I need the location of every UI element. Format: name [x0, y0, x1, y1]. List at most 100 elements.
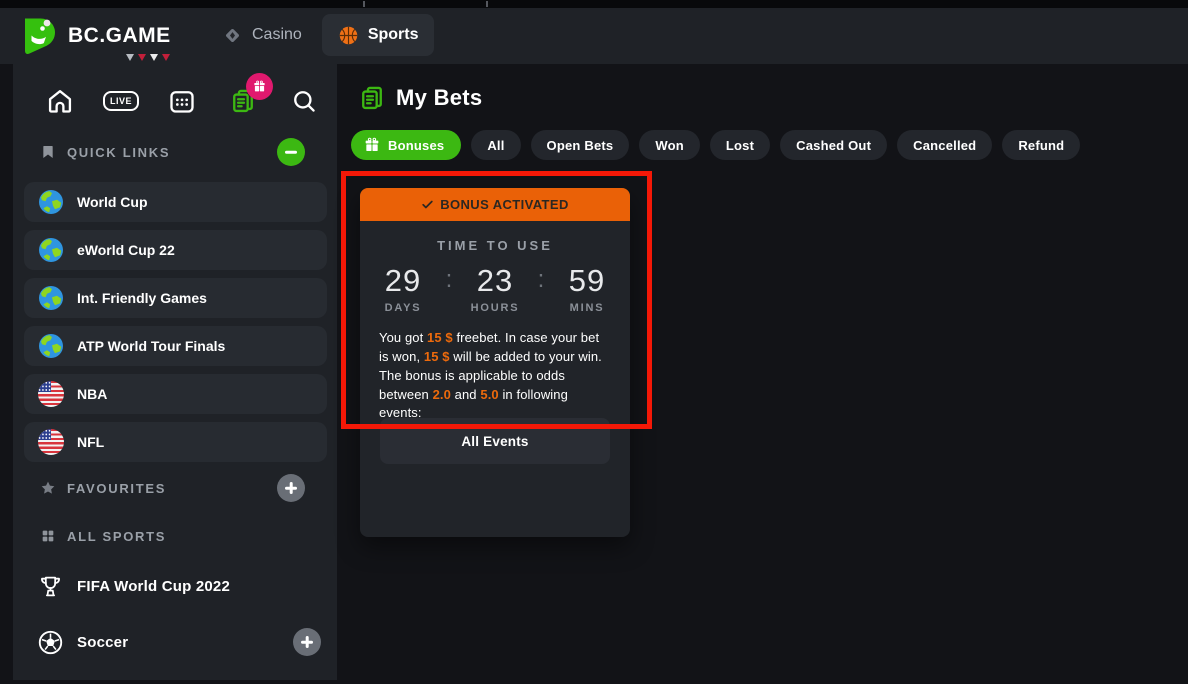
gift-icon — [364, 137, 380, 153]
browser-top-strip — [0, 0, 1188, 8]
search-icon — [290, 87, 318, 115]
filter-label: Open Bets — [547, 138, 614, 153]
nav-search-button[interactable] — [289, 86, 319, 116]
all-sports-label: ALL SPORTS — [67, 529, 166, 544]
bookmark-icon — [40, 144, 56, 160]
bonus-status-text: BONUS ACTIVATED — [440, 197, 569, 212]
divider-tick — [363, 1, 365, 7]
countdown-days: 29 DAYS — [362, 265, 444, 314]
quick-link-eworld-cup-22[interactable]: eWorld Cup 22 — [24, 230, 327, 270]
quick-links-header: QUICK LINKS — [40, 138, 321, 166]
filter-label: Cashed Out — [796, 138, 871, 153]
nav-live-button[interactable]: LIVE — [106, 86, 136, 116]
collapse-quick-links-button[interactable] — [277, 138, 305, 166]
grid-icon — [40, 528, 56, 544]
countdown-mins: 59 MINS — [546, 265, 628, 314]
filter-label: Lost — [726, 138, 754, 153]
pennant-flags-icon — [126, 54, 170, 61]
us-flag-icon — [38, 429, 64, 455]
tab-sports[interactable]: Sports — [322, 14, 435, 56]
page-title: My Bets — [396, 85, 482, 111]
globe-icon — [38, 237, 64, 263]
expand-sport-button[interactable] — [293, 628, 321, 656]
quick-link-label: NBA — [77, 386, 107, 402]
all-sports-list: FIFA World Cup 2022 Soccer — [38, 572, 321, 684]
bet-filters: Bonuses All Open Bets Won Lost Cashed Ou… — [351, 130, 1080, 160]
casino-cards-icon — [222, 25, 243, 46]
quick-link-label: World Cup — [77, 194, 148, 210]
filter-label: Won — [655, 138, 684, 153]
countdown-separator: : — [536, 265, 546, 295]
filter-label: Bonuses — [388, 138, 444, 153]
top-navigation: BC.GAME Casino Sports — [0, 8, 1188, 64]
filter-lost[interactable]: Lost — [710, 130, 770, 160]
quick-link-int-friendly-games[interactable]: Int. Friendly Games — [24, 278, 327, 318]
calendar-icon — [168, 87, 196, 115]
countdown-hours: 23 HOURS — [454, 265, 536, 314]
all-sports-header: ALL SPORTS — [40, 522, 321, 550]
add-favourite-button[interactable] — [277, 474, 305, 502]
quick-link-nfl[interactable]: NFL — [24, 422, 327, 462]
filter-label: Refund — [1018, 138, 1064, 153]
quick-link-label: ATP World Tour Finals — [77, 338, 225, 354]
favourites-header: FAVOURITES — [40, 474, 321, 502]
live-icon: LIVE — [103, 91, 139, 111]
nav-calendar-button[interactable] — [167, 86, 197, 116]
quick-link-nba[interactable]: NBA — [24, 374, 327, 414]
filter-cashed-out[interactable]: Cashed Out — [780, 130, 887, 160]
sport-row-fifa-world-cup-2022[interactable]: FIFA World Cup 2022 — [38, 572, 321, 600]
favourites-label: FAVOURITES — [67, 481, 166, 496]
tab-casino[interactable]: Casino — [218, 14, 306, 56]
quick-link-atp-world-tour-finals[interactable]: ATP World Tour Finals — [24, 326, 327, 366]
star-icon — [40, 480, 56, 496]
tab-label: Sports — [368, 26, 419, 44]
all-events-button[interactable]: All Events — [380, 418, 610, 464]
divider-tick — [486, 1, 488, 7]
basketball-icon — [338, 25, 359, 46]
trophy-icon — [38, 574, 63, 599]
quick-link-label: eWorld Cup 22 — [77, 242, 175, 258]
tab-label: Casino — [252, 26, 302, 44]
filter-won[interactable]: Won — [639, 130, 700, 160]
quick-links-list: World Cup eWorld Cup 22 Int. Friendly Ga… — [24, 182, 327, 470]
bonus-status-banner: BONUS ACTIVATED — [360, 188, 630, 221]
globe-icon — [38, 333, 64, 359]
page-header: My Bets — [358, 84, 482, 112]
bc-game-logo-icon — [20, 16, 60, 56]
sidebar: LIVE QUICK LINKS World Cup eWorld C — [13, 64, 337, 680]
bonus-countdown: 29 DAYS : 23 HOURS : 59 MINS — [360, 265, 630, 314]
sport-label: FIFA World Cup 2022 — [77, 578, 230, 595]
my-bets-icon — [358, 84, 386, 112]
filter-bonuses[interactable]: Bonuses — [351, 130, 461, 160]
sport-label: Soccer — [77, 634, 128, 651]
top-nav-tabs: Casino Sports — [218, 14, 434, 56]
soccer-icon — [38, 630, 63, 655]
filter-all[interactable]: All — [471, 130, 520, 160]
filter-open-bets[interactable]: Open Bets — [531, 130, 630, 160]
bc-game-logo[interactable]: BC.GAME — [20, 16, 171, 56]
logo-text: BC.GAME — [68, 24, 171, 48]
bonus-description: You got 15 $ freebet. In case your bet i… — [379, 329, 611, 423]
quick-links-label: QUICK LINKS — [67, 145, 170, 160]
us-flag-icon — [38, 381, 64, 407]
filter-label: All — [487, 138, 504, 153]
sidebar-icon-row: LIVE — [45, 86, 319, 116]
sport-row-soccer[interactable]: Soccer — [38, 628, 321, 656]
globe-icon — [38, 285, 64, 311]
time-to-use-label: TIME TO USE — [360, 238, 630, 253]
nav-my-bets-button[interactable] — [228, 86, 258, 116]
quick-link-world-cup[interactable]: World Cup — [24, 182, 327, 222]
quick-link-label: NFL — [77, 434, 104, 450]
nav-home-button[interactable] — [45, 86, 75, 116]
filter-label: Cancelled — [913, 138, 976, 153]
check-icon — [421, 198, 434, 211]
globe-icon — [38, 189, 64, 215]
bonus-card: BONUS ACTIVATED TIME TO USE 29 DAYS : 23… — [360, 188, 630, 537]
filter-refund[interactable]: Refund — [1002, 130, 1080, 160]
filter-cancelled[interactable]: Cancelled — [897, 130, 992, 160]
home-icon — [46, 87, 74, 115]
quick-link-label: Int. Friendly Games — [77, 290, 207, 306]
countdown-separator: : — [444, 265, 454, 295]
main-content: My Bets Bonuses All Open Bets Won Lost C… — [337, 64, 1188, 680]
gift-badge — [246, 73, 273, 100]
